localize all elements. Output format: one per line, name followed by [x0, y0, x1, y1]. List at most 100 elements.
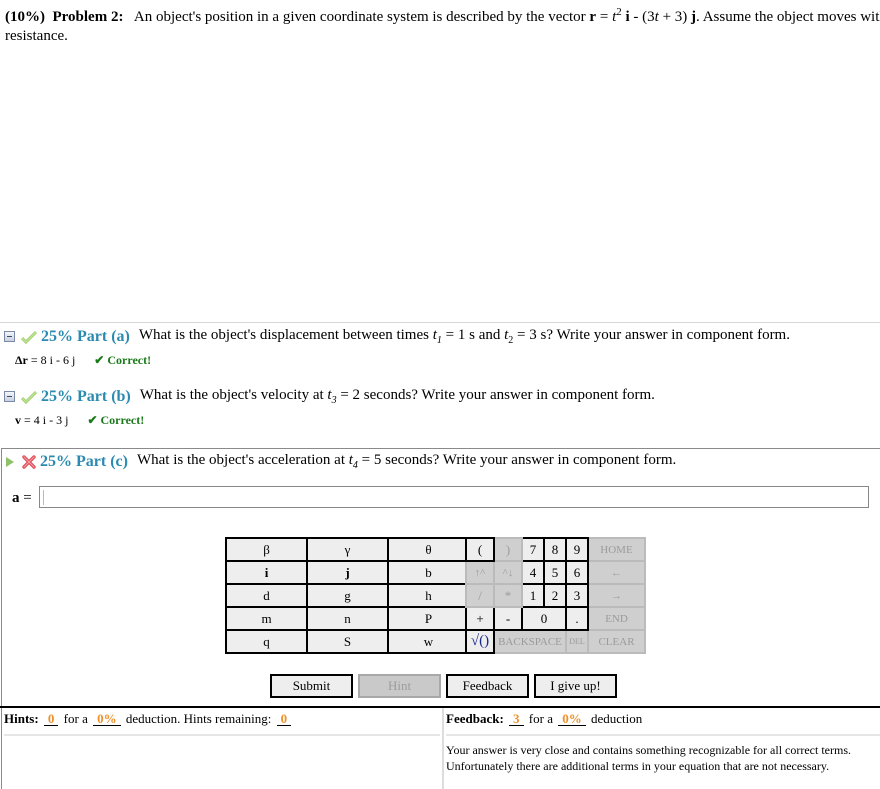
- key-del[interactable]: DEL: [565, 629, 589, 654]
- correct-badge: ✔ Correct!: [94, 353, 152, 367]
- problem-weight: (10%): [5, 9, 45, 25]
- key-divide[interactable]: /: [465, 583, 495, 608]
- feedback-label: Feedback:: [446, 711, 504, 726]
- key-caret-down[interactable]: ^↓: [493, 560, 523, 585]
- key-left-arrow[interactable]: ←: [587, 560, 646, 585]
- answer-input[interactable]: [39, 486, 869, 508]
- question-text: What is the object's displacement betwee…: [138, 327, 429, 343]
- minus-part: - (3: [633, 9, 655, 25]
- key-S[interactable]: S: [306, 629, 389, 654]
- key-right-arrow[interactable]: →: [587, 583, 646, 608]
- question-text: = 5 seconds? Write your answer in compon…: [361, 452, 677, 468]
- key-1[interactable]: 1: [521, 583, 545, 608]
- key-plus[interactable]: +: [465, 606, 495, 631]
- t-sub: 4: [352, 460, 358, 471]
- vector-r: r: [589, 9, 597, 25]
- key-w[interactable]: w: [387, 629, 470, 654]
- answer-rhs: = 4 i - 3 j: [24, 413, 69, 427]
- feedback-button[interactable]: Feedback: [446, 674, 529, 698]
- divider: [4, 734, 440, 736]
- key-6[interactable]: 6: [565, 560, 589, 585]
- key-m[interactable]: m: [225, 606, 308, 631]
- give-up-button[interactable]: I give up!: [534, 674, 617, 698]
- question-text: What is the object's velocity at: [139, 387, 324, 403]
- t-sub: 3: [331, 395, 337, 406]
- checkmark-icon: [21, 330, 37, 344]
- incorrect-x-icon: [22, 454, 36, 469]
- key-7[interactable]: 7: [521, 537, 545, 562]
- key-decimal[interactable]: .: [565, 606, 589, 631]
- key-b[interactable]: b: [387, 560, 470, 585]
- problem-text-line2: resistance.: [5, 28, 68, 44]
- problem-title: Problem 2:: [52, 9, 124, 25]
- expand-arrow-icon[interactable]: [6, 456, 14, 467]
- key-i[interactable]: i: [225, 560, 308, 585]
- problem-statement: (10%) Problem 2: An object's position in…: [5, 3, 880, 46]
- hints-deduction: 0%: [93, 712, 121, 726]
- key-sqrt[interactable]: √(): [465, 629, 495, 654]
- submit-button[interactable]: Submit: [270, 674, 353, 698]
- part-a-answer: Δr = 8 i - 6 j ✔ Correct!: [15, 353, 151, 368]
- hints-text: for a: [63, 711, 88, 726]
- key-h[interactable]: h: [387, 583, 470, 608]
- part-a-title: 25% Part (a): [41, 327, 130, 345]
- key-d[interactable]: d: [225, 583, 308, 608]
- key-open-paren[interactable]: (: [465, 537, 495, 562]
- t-var: t: [654, 9, 659, 25]
- feedback-count: 3: [509, 712, 524, 726]
- answer-var: a: [12, 490, 20, 506]
- hint-button[interactable]: Hint: [358, 674, 441, 698]
- t-sub: 2: [508, 335, 514, 346]
- part-b-title: 25% Part (b): [41, 387, 131, 405]
- divider: [0, 322, 880, 323]
- key-g[interactable]: g: [306, 583, 389, 608]
- feedback-summary: Feedback: 3 for a 0% deduction: [446, 711, 642, 727]
- key-n[interactable]: n: [306, 606, 389, 631]
- collapse-icon[interactable]: [4, 331, 15, 342]
- answer-lhs: Δr: [15, 353, 28, 367]
- key-q[interactable]: q: [225, 629, 308, 654]
- answer-label: a =: [12, 490, 32, 507]
- key-end[interactable]: END: [587, 606, 646, 631]
- answer-lhs: v: [15, 413, 21, 427]
- key-2[interactable]: 2: [543, 583, 567, 608]
- feedback-text: deduction: [590, 711, 643, 726]
- key-P[interactable]: P: [387, 606, 470, 631]
- part-c-header: 25% Part (c) What is the object's accele…: [4, 452, 676, 471]
- exponent: 2: [616, 6, 622, 18]
- part-b-answer: v = 4 i - 3 j ✔ Correct!: [15, 413, 144, 428]
- key-3[interactable]: 3: [565, 583, 589, 608]
- key-home[interactable]: HOME: [587, 537, 646, 562]
- key-beta[interactable]: β: [225, 537, 308, 562]
- divider: [446, 734, 880, 736]
- key-clear[interactable]: CLEAR: [587, 629, 646, 654]
- key-gamma[interactable]: γ: [306, 537, 389, 562]
- key-minus[interactable]: -: [493, 606, 523, 631]
- key-backspace[interactable]: BACKSPACE: [493, 629, 567, 654]
- numeric-keypad: ( ) 7 8 9 HOME ↑^ ^↓ 4 5 6 ← / * 1 2 3 →…: [465, 537, 646, 654]
- part-c-title: 25% Part (c): [40, 452, 128, 470]
- key-close-paren[interactable]: ): [493, 537, 523, 562]
- key-5[interactable]: 5: [543, 560, 567, 585]
- divider: [442, 708, 444, 789]
- key-4[interactable]: 4: [521, 560, 545, 585]
- part-c-question: What is the object's acceleration at t4 …: [137, 452, 676, 471]
- key-up-caret[interactable]: ↑^: [465, 560, 495, 585]
- key-multiply[interactable]: *: [493, 583, 523, 608]
- eq-sign: =: [23, 490, 32, 506]
- hints-text: deduction. Hints remaining:: [125, 711, 272, 726]
- variable-keypad: β γ θ i j b d g h m n P q S w: [225, 537, 470, 654]
- checkmark-icon: [21, 390, 37, 404]
- key-8[interactable]: 8: [543, 537, 567, 562]
- key-0[interactable]: 0: [521, 606, 567, 631]
- collapse-icon[interactable]: [4, 391, 15, 402]
- answer-rhs: = 8 i - 6 j: [30, 353, 76, 367]
- part-a-question: What is the object's displacement betwee…: [139, 327, 790, 346]
- text-caret: [43, 490, 44, 505]
- divider: [0, 706, 880, 708]
- key-theta[interactable]: θ: [387, 537, 470, 562]
- key-j[interactable]: j: [306, 560, 389, 585]
- correct-badge: ✔ Correct!: [87, 413, 145, 427]
- key-9[interactable]: 9: [565, 537, 589, 562]
- question-text: What is the object's acceleration at: [136, 452, 345, 468]
